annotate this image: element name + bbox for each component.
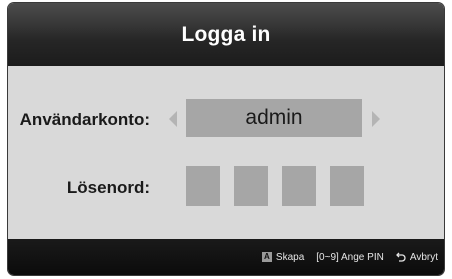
cancel-label: Avbryt	[409, 251, 438, 263]
arrow-left-icon[interactable]	[169, 111, 177, 127]
cancel-hint[interactable]: Avbryt	[395, 251, 438, 263]
pin-hint: [0~9] Ange PIN	[316, 252, 384, 263]
footer-hint-bar: A Skapa [0~9] Ange PIN Avbryt	[8, 239, 444, 275]
create-label: Skapa	[275, 251, 305, 263]
arrow-right-icon[interactable]	[372, 111, 380, 127]
pin-digit-1[interactable]	[186, 166, 220, 206]
account-value: admin	[245, 106, 303, 129]
pin-digit-2[interactable]	[234, 166, 268, 206]
create-hint[interactable]: A Skapa	[261, 251, 305, 263]
account-label: Användarkonto:	[19, 110, 150, 129]
login-form: Användarkonto: admin Lösenord:	[8, 66, 444, 239]
password-label: Lösenord:	[66, 178, 150, 197]
account-selector[interactable]: admin	[186, 99, 362, 137]
return-icon	[395, 252, 406, 262]
pin-digit-3[interactable]	[282, 166, 316, 206]
login-dialog: Logga in Användarkonto: admin Lösenord: …	[8, 3, 444, 275]
a-key-icon: A	[261, 252, 272, 262]
pin-hint-label: [0~9] Ange PIN	[316, 251, 384, 263]
dialog-title: Logga in	[181, 22, 271, 46]
title-bar: Logga in	[8, 3, 444, 66]
pin-digit-4[interactable]	[330, 166, 364, 206]
